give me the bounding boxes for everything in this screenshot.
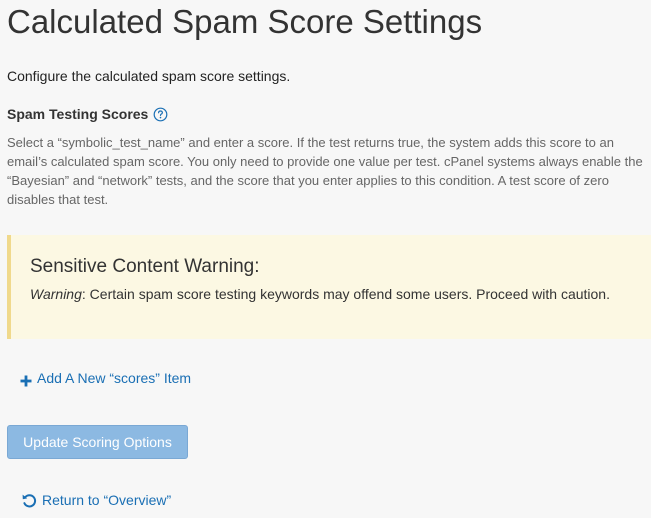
- sensitive-content-warning: Sensitive Content Warning: Warning: Cert…: [7, 235, 651, 339]
- section-heading: Spam Testing Scores: [7, 104, 168, 124]
- warning-text: Warning: Certain spam score testing keyw…: [30, 285, 610, 304]
- page: Calculated Spam Score Settings Configure…: [0, 0, 651, 518]
- page-intro: Configure the calculated spam score sett…: [7, 68, 291, 84]
- warning-title: Sensitive Content Warning:: [30, 256, 260, 277]
- warning-label: Warning: [30, 286, 82, 302]
- section-description: Select a “symbolic_test_name” and enter …: [7, 135, 643, 207]
- add-scores-item-link[interactable]: Add A New “scores” Item: [20, 368, 191, 388]
- warning-message: : Certain spam score testing keywords ma…: [81, 286, 610, 302]
- add-scores-item-label: Add A New “scores” Item: [37, 370, 192, 386]
- return-to-overview-link[interactable]: Return to “Overview”: [21, 490, 171, 510]
- section-heading-label: Spam Testing Scores: [7, 106, 149, 122]
- undo-icon: [21, 492, 38, 509]
- plus-icon: [20, 372, 32, 387]
- question-circle-icon[interactable]: [153, 107, 168, 122]
- update-scoring-options-button[interactable]: Update Scoring Options: [7, 425, 188, 459]
- return-to-overview-label: Return to “Overview”: [42, 492, 172, 508]
- page-title: Calculated Spam Score Settings: [7, 3, 483, 40]
